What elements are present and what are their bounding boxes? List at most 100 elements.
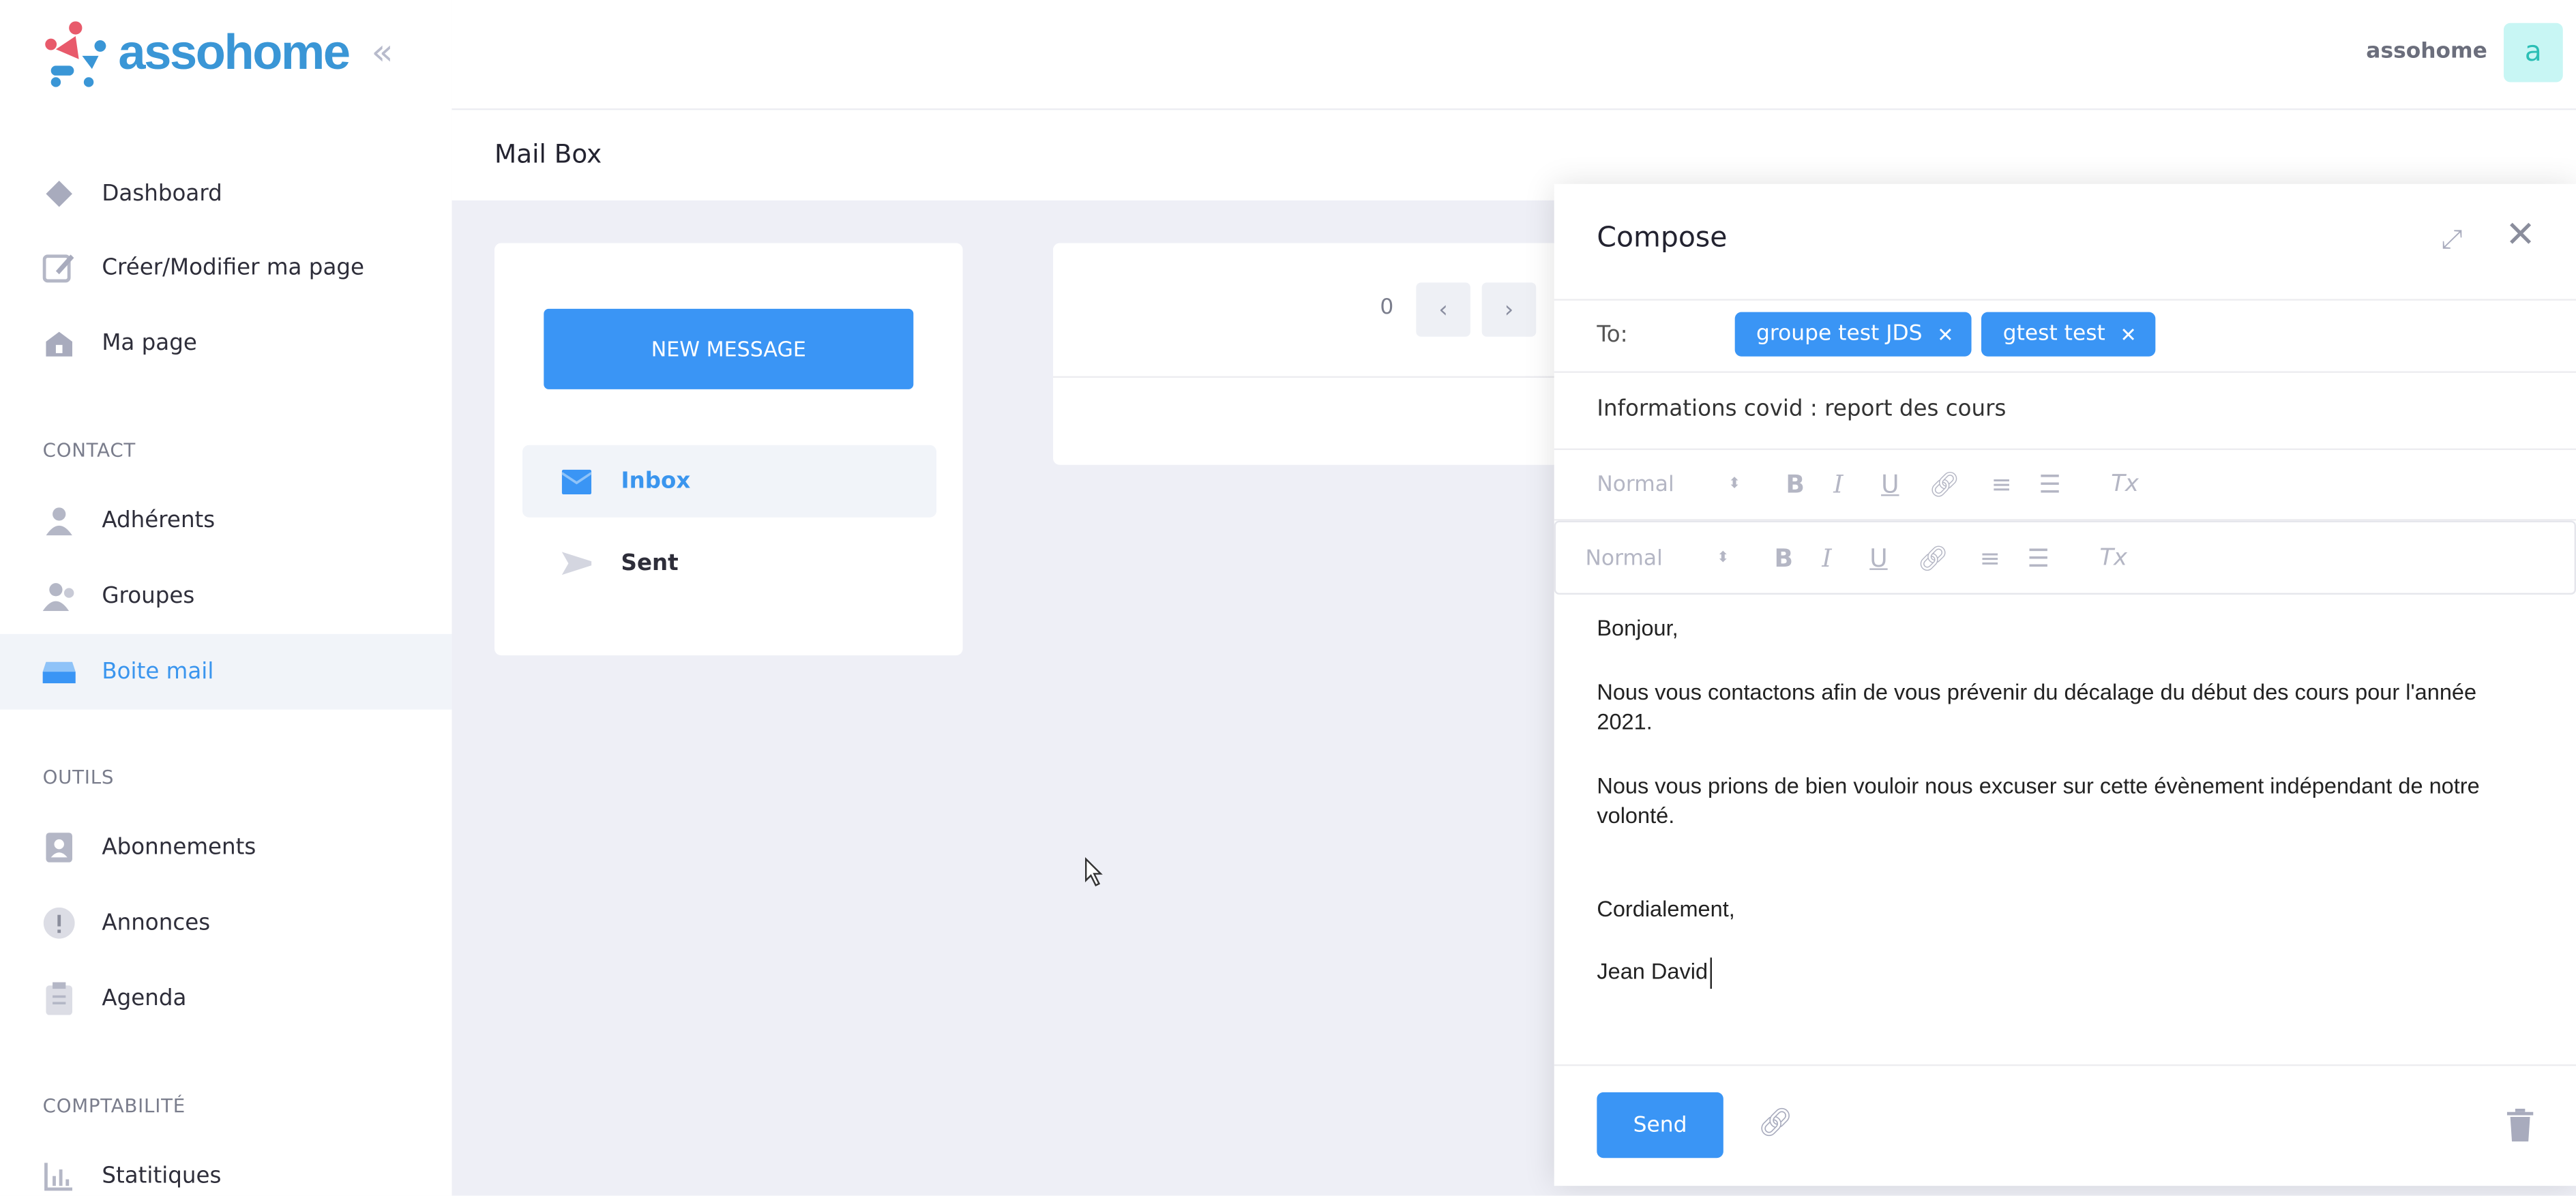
sidebar-item-label: Agenda (102, 985, 187, 1012)
body-paragraph: Jean David (1597, 957, 1711, 988)
compose-title: Compose (1597, 222, 1728, 255)
body-paragraph: Bonjour, (1597, 616, 1678, 641)
edit-icon (42, 252, 76, 284)
sidebar-item-label: Groupes (102, 583, 195, 610)
recipient-chip[interactable]: groupe test JDS ✕ (1734, 312, 1972, 357)
to-label: To: (1597, 322, 1628, 348)
mouse-cursor-icon (1085, 857, 1103, 886)
compose-panel: Compose ⤢ ✕ To: groupe test JDS ✕ gtest t… (1554, 183, 2576, 1186)
sidebar-item-label: Adhérents (102, 507, 216, 534)
clear-format-button[interactable]: Tx (2099, 545, 2127, 572)
top-bar: assohome a (451, 0, 2576, 110)
collapse-sidebar-icon[interactable]: « (371, 33, 393, 74)
remove-recipient-icon[interactable]: ✕ (2120, 323, 2137, 346)
section-comptabilite: COMPTABILITÉ (42, 1094, 186, 1117)
send-button[interactable]: Send (1597, 1092, 1723, 1158)
sidebar-item-ma-page[interactable]: Ma page (0, 305, 451, 381)
bold-button[interactable]: B (1786, 470, 1833, 499)
editor-toolbar-2: Normal ⬍ B I U 🔗︎ ≡ ☰ Tx (1554, 520, 2576, 595)
sidebar-item-label: Boite mail (102, 658, 214, 685)
to-row: To: groupe test JDS ✕ gtest test ✕ (1554, 299, 2576, 373)
sidebar-item-label: Statitiques (102, 1163, 222, 1189)
sidebar-item-agenda[interactable]: Agenda (0, 961, 451, 1036)
ordered-list-icon[interactable]: ≡ (1991, 470, 2039, 499)
inbox-icon (42, 655, 76, 688)
recipient-name: groupe test JDS (1756, 322, 1923, 347)
alert-icon (43, 907, 76, 940)
section-contact: CONTACT (42, 438, 136, 462)
subject-row[interactable]: Informations covid : report des cours (1554, 371, 2576, 451)
sidebar-item-groupes[interactable]: Groupes (0, 558, 451, 634)
sidebar-item-label: Ma page (102, 330, 197, 357)
username[interactable]: assohome (2366, 40, 2487, 64)
sidebar-item-label: Abonnements (102, 834, 256, 861)
sidebar-item-label: Annonces (102, 910, 211, 937)
home-icon (43, 327, 76, 359)
sidebar-item-dashboard[interactable]: Dashboard (0, 156, 451, 232)
format-select[interactable]: Normal (1597, 473, 1728, 497)
remove-recipient-icon[interactable]: ✕ (1937, 323, 1953, 346)
folder-label: Inbox (621, 468, 691, 495)
sidebar-item-statistiques[interactable]: Statitiques (0, 1138, 451, 1195)
sidebar-item-annonces[interactable]: Annonces (0, 885, 451, 961)
new-message-button[interactable]: NEW MESSAGE (544, 308, 914, 389)
body-paragraph: Cordialement, (1597, 896, 1735, 921)
bold-button[interactable]: B (1775, 543, 1822, 573)
divider (1053, 376, 1579, 378)
sidebar-item-adherents[interactable]: Adhérents (0, 483, 451, 558)
sidebar: assohome « Dashboard Créer/Modifier ma p… (0, 0, 452, 1196)
body-paragraph: Nous vous prions de bien vouloir nous ex… (1597, 773, 2480, 828)
message-body-editor[interactable]: Bonjour, Nous vous contactons afin de vo… (1597, 614, 2526, 1021)
select-arrows-icon[interactable]: ⬍ (1717, 550, 1774, 567)
message-count: 0 (1380, 295, 1394, 320)
folder-inbox[interactable]: Inbox (522, 445, 937, 518)
recipient-chip[interactable]: gtest test ✕ (1981, 312, 2155, 357)
sidebar-item-label: Dashboard (102, 180, 222, 207)
bullet-list-icon[interactable]: ☰ (2027, 543, 2099, 573)
folder-sent[interactable]: Sent (522, 527, 936, 599)
app-root: assohome « Dashboard Créer/Modifier ma p… (0, 0, 2576, 1196)
sidebar-item-edit-page[interactable]: Créer/Modifier ma page (0, 230, 451, 305)
editor-toolbar-1: Normal ⬍ B I U 🔗︎ ≡ ☰ Tx (1554, 449, 2576, 521)
prev-page-button[interactable]: ‹ (1416, 282, 1470, 337)
bullet-list-icon[interactable]: ☰ (2039, 470, 2111, 499)
attach-link-icon[interactable]: 🔗︎ (1758, 1107, 1793, 1140)
user-icon (43, 505, 76, 537)
logo[interactable]: assohome (43, 20, 351, 89)
trash-icon[interactable] (2506, 1108, 2534, 1142)
mailbox-folders-card: NEW MESSAGE Inbox Sent (494, 243, 963, 656)
underline-button[interactable]: U (1869, 543, 1917, 573)
sidebar-item-label: Créer/Modifier ma page (102, 254, 365, 281)
compose-header: Compose ⤢ ✕ (1554, 184, 2576, 301)
link-icon[interactable]: 🔗︎ (1929, 470, 1992, 499)
italic-button[interactable]: I (1822, 543, 1869, 573)
select-arrows-icon[interactable]: ⬍ (1728, 477, 1786, 493)
close-icon[interactable]: ✕ (2505, 215, 2535, 256)
body-paragraph: Nous vous contactons afin de vous préven… (1597, 679, 2477, 734)
avatar[interactable]: a (2504, 23, 2563, 83)
contact-card-icon (43, 831, 76, 864)
italic-button[interactable]: I (1833, 470, 1881, 499)
recipients[interactable]: groupe test JDS ✕ gtest test ✕ (1734, 312, 2165, 357)
clear-format-button[interactable]: Tx (2111, 471, 2139, 498)
sidebar-item-boite-mail[interactable]: Boite mail (0, 633, 452, 710)
users-icon (42, 580, 76, 612)
sidebar-item-abonnements[interactable]: Abonnements (0, 810, 451, 886)
logo-icon (45, 21, 106, 87)
page-title: Mail Box (494, 139, 602, 170)
format-select[interactable]: Normal (1585, 546, 1717, 571)
link-icon[interactable]: 🔗︎ (1917, 543, 1980, 573)
folder-label: Sent (621, 550, 679, 577)
underline-button[interactable]: U (1881, 470, 1929, 499)
section-outils: OUTILS (42, 765, 115, 789)
expand-icon[interactable]: ⤢ (2441, 224, 2462, 256)
inbox-icon (561, 468, 592, 495)
chart-icon (43, 1160, 76, 1193)
diamond-icon (43, 177, 76, 210)
send-icon (561, 552, 592, 575)
recipient-name: gtest test (2002, 322, 2105, 347)
next-page-button[interactable]: › (1481, 282, 1537, 337)
subject-input[interactable]: Informations covid : report des cours (1597, 396, 2006, 423)
ordered-list-icon[interactable]: ≡ (1980, 543, 2028, 573)
divider (1554, 1064, 2576, 1066)
